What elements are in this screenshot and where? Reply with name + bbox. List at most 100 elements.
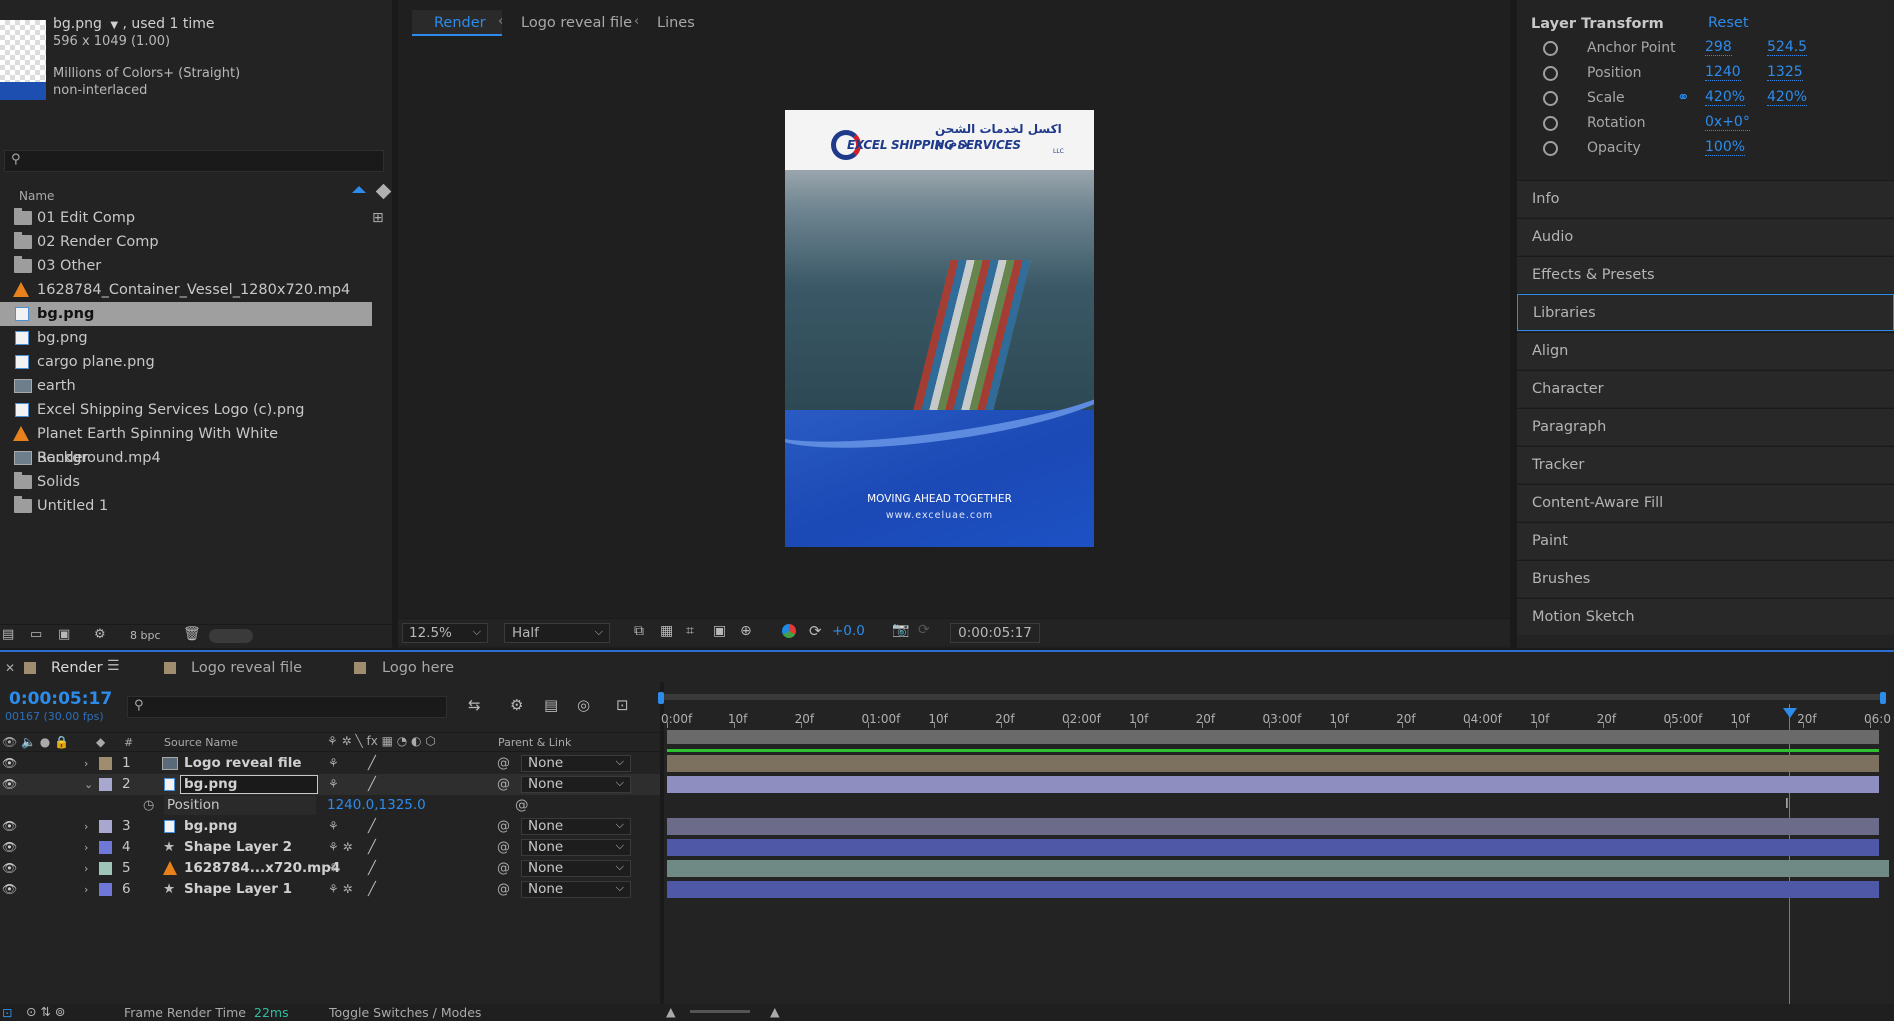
- quality-icon[interactable]: ╱: [368, 837, 376, 858]
- stopwatch-icon[interactable]: [1543, 116, 1558, 131]
- quality-icon[interactable]: ╱: [368, 879, 376, 900]
- label-color-swatch[interactable]: [99, 841, 112, 854]
- shy-icon[interactable]: ⚘: [328, 858, 339, 879]
- stopwatch-icon[interactable]: [1543, 41, 1558, 56]
- label-color-swatch[interactable]: [99, 862, 112, 875]
- list-item[interactable]: 01 Edit Comp: [0, 206, 372, 230]
- list-item[interactable]: Untitled 1: [0, 494, 372, 518]
- region-of-interest-icon[interactable]: ▣: [713, 623, 726, 639]
- list-item[interactable]: Planet Earth Spinning With White Backgro…: [0, 422, 372, 466]
- label-color-swatch[interactable]: [99, 883, 112, 896]
- reset-exposure-icon[interactable]: ⟳: [809, 622, 822, 640]
- chevron-down-icon[interactable]: ⌄: [84, 774, 93, 795]
- pickwhip-icon[interactable]: @: [497, 879, 510, 900]
- tab-logo-reveal[interactable]: Logo reveal file: [521, 15, 632, 31]
- panel-paint[interactable]: Paint: [1517, 522, 1894, 559]
- table-row-selected[interactable]: 👁 ⌄ 2 bg.png ⚘ ╱ @ None: [0, 774, 660, 795]
- viewer-timecode[interactable]: 0:00:05:17: [950, 623, 1040, 643]
- panel-tracker[interactable]: Tracker: [1517, 446, 1894, 483]
- list-item[interactable]: bg.png: [0, 326, 372, 350]
- label-color-swatch[interactable]: [99, 820, 112, 833]
- snapshot-camera-icon[interactable]: 📷: [892, 622, 909, 638]
- layer-bar[interactable]: [667, 881, 1879, 898]
- playhead-handle[interactable]: [1783, 708, 1797, 718]
- pickwhip-icon[interactable]: @: [497, 837, 510, 858]
- chevron-right-icon[interactable]: ›: [84, 837, 88, 858]
- stopwatch-icon[interactable]: [1543, 141, 1558, 156]
- tab-logo-here[interactable]: Logo here: [382, 660, 454, 676]
- name-column-header[interactable]: Name: [19, 189, 54, 203]
- list-item[interactable]: earth: [0, 374, 372, 398]
- layer-bar[interactable]: [667, 860, 1889, 877]
- list-item[interactable]: 1628784_Container_Vessel_1280x720.mp4: [0, 278, 372, 302]
- visibility-eye-icon[interactable]: 👁: [2, 753, 17, 774]
- source-name-header[interactable]: Source Name: [164, 736, 238, 749]
- list-item[interactable]: Render: [0, 446, 372, 470]
- quality-icon[interactable]: ╱: [368, 816, 376, 837]
- transparency-grid-icon[interactable]: ▦: [660, 623, 673, 639]
- stopwatch-icon[interactable]: [1543, 66, 1558, 81]
- bit-depth-button[interactable]: 8 bpc: [130, 629, 161, 642]
- list-item[interactable]: Solids: [0, 470, 372, 494]
- table-row[interactable]: 👁 › 5 1628784...x720.mp4 ⚘ ╱ @ None: [0, 858, 660, 879]
- shy-icon[interactable]: ⚘: [328, 753, 339, 774]
- composition-preview[interactable]: اكسل لخدمات الشحن ذ.م.م EXCEL SHIPPING S…: [785, 110, 1094, 547]
- pickwhip-icon[interactable]: @: [497, 858, 510, 879]
- chevron-right-icon[interactable]: ›: [84, 858, 88, 879]
- position-property-value[interactable]: 1240.0,1325.0: [327, 795, 426, 816]
- table-row[interactable]: 👁 › 6 ★ Shape Layer 1 ⚘ ✲ ╱ @ None: [0, 879, 660, 900]
- label-color-swatch[interactable]: [99, 757, 112, 770]
- stopwatch-icon[interactable]: [1543, 91, 1558, 106]
- new-composition-icon[interactable]: ▣: [58, 627, 70, 642]
- pickwhip-icon[interactable]: @: [497, 816, 510, 837]
- layer-bar[interactable]: [667, 755, 1879, 772]
- hamburger-menu-icon[interactable]: ☰: [107, 658, 120, 674]
- constrain-proportions-link-icon[interactable]: ⚭: [1677, 88, 1690, 106]
- pickwhip-icon[interactable]: @: [515, 795, 529, 816]
- stopwatch-icon[interactable]: ◷: [143, 795, 154, 816]
- graph-editor-icon[interactable]: ⊡: [616, 696, 629, 714]
- label-color-swatch[interactable]: [99, 778, 112, 791]
- toggle-switches-modes[interactable]: Toggle Switches / Modes: [329, 1005, 481, 1020]
- chevron-right-icon[interactable]: ›: [84, 816, 88, 837]
- interpret-footage-icon[interactable]: ▤: [2, 627, 14, 642]
- motion-blur-icon[interactable]: ◎: [577, 696, 590, 714]
- layer-bar-selected[interactable]: [667, 776, 1879, 793]
- channels-icon[interactable]: [782, 624, 796, 638]
- label-column-icon[interactable]: [375, 183, 392, 200]
- tab-logo-reveal-timeline[interactable]: Logo reveal file: [191, 660, 302, 676]
- table-row[interactable]: 👁 › 3 bg.png ⚘ ╱ @ None: [0, 816, 660, 837]
- panel-align[interactable]: Align: [1517, 332, 1894, 369]
- layer-bar[interactable]: [667, 818, 1879, 835]
- table-row[interactable]: 👁 › 4 ★ Shape Layer 2 ⚘ ✲ ╱ @ None: [0, 837, 660, 858]
- panel-libraries[interactable]: Libraries: [1517, 294, 1894, 331]
- pickwhip-icon[interactable]: @: [497, 774, 510, 795]
- render-time-icon[interactable]: ⊙ ⇅ ⊚: [26, 1004, 65, 1019]
- panel-content-aware-fill[interactable]: Content-Aware Fill: [1517, 484, 1894, 521]
- panel-brushes[interactable]: Brushes: [1517, 560, 1894, 597]
- visibility-eye-icon[interactable]: 👁: [2, 879, 17, 900]
- trash-icon[interactable]: 🗑: [183, 626, 201, 642]
- chevron-right-icon[interactable]: ›: [84, 753, 88, 774]
- tab-render-timeline[interactable]: Render: [51, 660, 103, 676]
- table-row[interactable]: 👁 › 1 Logo reveal file ⚘ ╱ @ None: [0, 753, 660, 774]
- quality-icon[interactable]: ╱: [368, 858, 376, 879]
- shy-icon[interactable]: ⚘: [328, 816, 339, 837]
- list-item-selected[interactable]: bg.png: [0, 302, 372, 326]
- zoom-out-icon[interactable]: ▲: [666, 1004, 676, 1019]
- flowchart-icon[interactable]: ⊞: [372, 210, 384, 226]
- visibility-eye-icon[interactable]: 👁: [2, 774, 17, 795]
- zoom-select[interactable]: 12.5% ⌵: [402, 623, 488, 643]
- parent-link-header[interactable]: Parent & Link: [498, 736, 571, 749]
- resolution-select[interactable]: Half ⌵: [504, 623, 610, 643]
- panel-effects-presets[interactable]: Effects & Presets: [1517, 256, 1894, 293]
- project-search-input[interactable]: ⚲: [4, 150, 384, 172]
- new-folder-icon[interactable]: ▭: [30, 627, 42, 642]
- project-settings-icon[interactable]: ⚙: [94, 627, 106, 642]
- fast-previews-icon[interactable]: ⧉: [634, 623, 644, 639]
- zoom-slider[interactable]: [690, 1010, 750, 1013]
- mask-visibility-icon[interactable]: ⌗: [686, 623, 694, 639]
- panel-audio[interactable]: Audio: [1517, 218, 1894, 255]
- close-icon[interactable]: ✕: [5, 661, 15, 675]
- exposure-value[interactable]: +0.0: [832, 623, 865, 639]
